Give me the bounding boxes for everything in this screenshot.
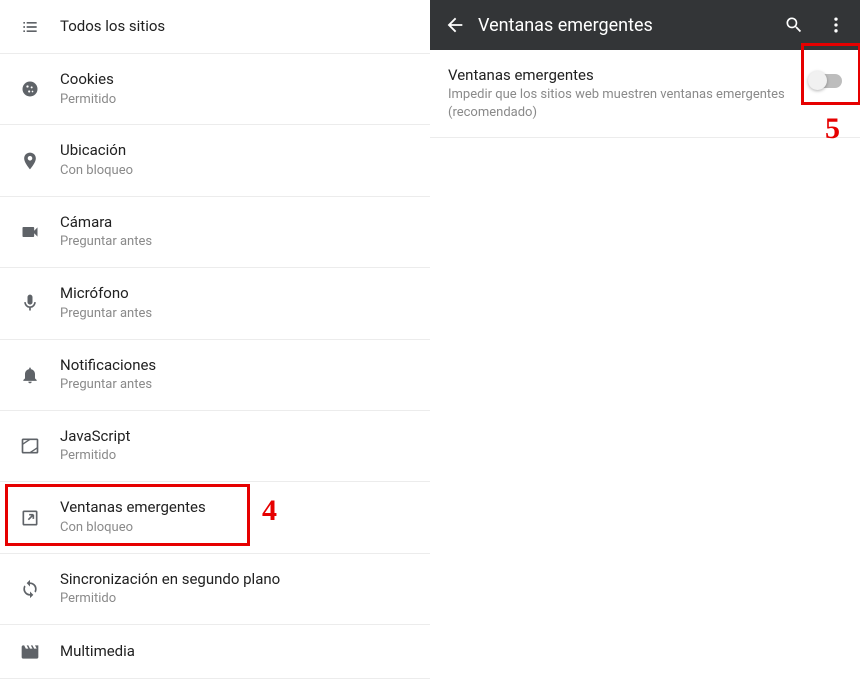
- list-icon: [20, 17, 60, 37]
- item-title: Multimedia: [60, 642, 414, 662]
- item-javascript[interactable]: JavaScript Permitido: [0, 411, 430, 482]
- item-microphone[interactable]: Micrófono Preguntar antes: [0, 268, 430, 339]
- item-subtitle: Permitido: [60, 591, 414, 608]
- sync-icon: [20, 579, 60, 599]
- menu-button[interactable]: [826, 15, 846, 35]
- item-title: Cookies: [60, 70, 414, 90]
- item-subtitle: Preguntar antes: [60, 306, 414, 323]
- appbar-title: Ventanas emergentes: [478, 15, 784, 36]
- item-subtitle: Permitido: [60, 448, 414, 465]
- cookie-icon: [20, 79, 60, 99]
- setting-title: Ventanas emergentes: [448, 66, 792, 84]
- appbar: Ventanas emergentes: [430, 0, 860, 50]
- microphone-icon: [20, 293, 60, 313]
- item-title: JavaScript: [60, 427, 414, 447]
- multimedia-icon: [20, 642, 60, 662]
- search-icon: [784, 15, 804, 35]
- setting-description: Impedir que los sitios web muestren vent…: [448, 86, 792, 121]
- item-background-sync[interactable]: Sincronización en segundo plano Permitid…: [0, 554, 430, 625]
- popup-icon: [20, 508, 60, 528]
- item-popups[interactable]: Ventanas emergentes Con bloqueo 4: [0, 482, 430, 553]
- camera-icon: [20, 222, 60, 242]
- item-title: Sincronización en segundo plano: [60, 570, 414, 590]
- javascript-icon: [20, 436, 60, 456]
- location-icon: [20, 151, 60, 171]
- item-subtitle: Con bloqueo: [60, 520, 414, 537]
- arrow-back-icon: [444, 14, 466, 36]
- item-title: Micrófono: [60, 284, 414, 304]
- item-location[interactable]: Ubicación Con bloqueo: [0, 125, 430, 196]
- back-button[interactable]: [444, 14, 478, 36]
- item-title: Ubicación: [60, 141, 414, 161]
- popup-setting-row[interactable]: Ventanas emergentes Impedir que los siti…: [430, 50, 860, 138]
- item-title: Todos los sitios: [60, 17, 414, 37]
- item-title: Ventanas emergentes: [60, 498, 414, 518]
- item-subtitle: Con bloqueo: [60, 163, 414, 180]
- item-title: Notificaciones: [60, 356, 414, 376]
- detail-panel: Ventanas emergentes Ventanas emergentes …: [430, 0, 860, 697]
- item-subtitle: Permitido: [60, 92, 414, 109]
- item-camera[interactable]: Cámara Preguntar antes: [0, 197, 430, 268]
- more-vert-icon: [826, 15, 846, 35]
- bell-icon: [20, 365, 60, 385]
- item-all-sites[interactable]: Todos los sitios: [0, 0, 430, 54]
- item-subtitle: Preguntar antes: [60, 377, 414, 394]
- item-subtitle: Preguntar antes: [60, 234, 414, 251]
- item-multimedia[interactable]: Multimedia: [0, 625, 430, 679]
- popup-toggle[interactable]: [810, 74, 842, 88]
- search-button[interactable]: [784, 15, 804, 35]
- item-notifications[interactable]: Notificaciones Preguntar antes: [0, 340, 430, 411]
- settings-list: Todos los sitios Cookies Permitido Ubica…: [0, 0, 430, 697]
- item-title: Cámara: [60, 213, 414, 233]
- item-cookies[interactable]: Cookies Permitido: [0, 54, 430, 125]
